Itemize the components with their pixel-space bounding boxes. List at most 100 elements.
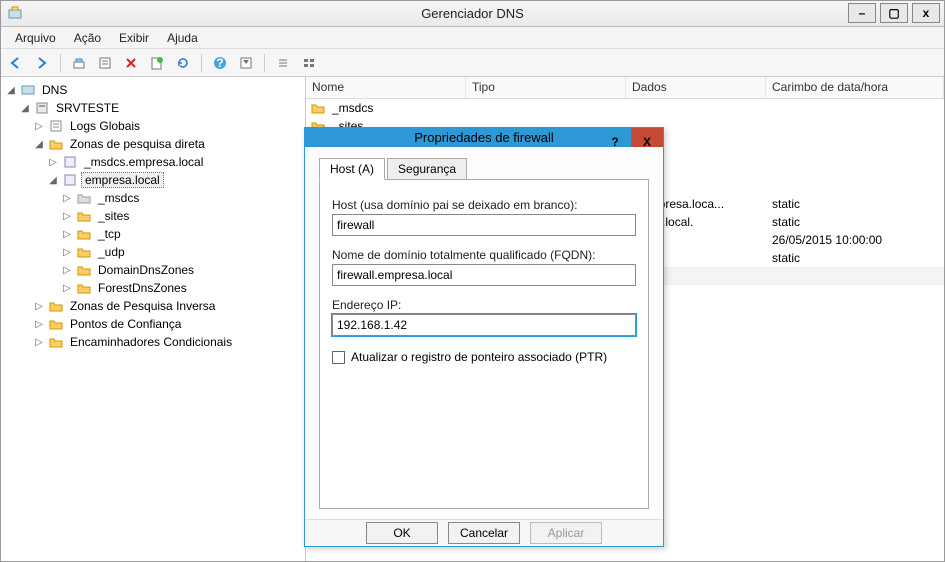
tree-label: DNS (39, 83, 70, 97)
dialog-title: Propriedades de firewall (414, 130, 553, 145)
tab-host[interactable]: Host (A) (319, 158, 385, 180)
minimize-glyph: – (859, 6, 866, 20)
column-nome[interactable]: Nome (306, 77, 466, 98)
dialog-titlebar[interactable]: Propriedades de firewall ? X (305, 128, 663, 147)
forward-icon[interactable] (31, 52, 53, 74)
svg-text:?: ? (216, 56, 223, 70)
back-icon[interactable] (5, 52, 27, 74)
tree-node-trust-points[interactable]: ▷ Pontos de Confiança (1, 315, 305, 333)
tree-node-sub-udp[interactable]: ▷ _udp (1, 243, 305, 261)
toolbar-separator (201, 54, 202, 72)
cell-carimbo: 26/05/2015 10:00:00 (766, 233, 944, 247)
folder-icon (48, 316, 64, 332)
tab-seguranca[interactable]: Segurança (387, 158, 467, 180)
tree-label: Pontos de Confiança (67, 317, 184, 331)
logs-icon (48, 118, 64, 134)
details-icon[interactable] (298, 52, 320, 74)
delete-icon[interactable] (120, 52, 142, 74)
expander-icon[interactable]: ▷ (33, 121, 45, 132)
folder-icon (310, 100, 326, 116)
expander-icon[interactable]: ◢ (33, 139, 45, 150)
cancel-button[interactable]: Cancelar (448, 522, 520, 544)
tree-node-sub-sites[interactable]: ▷ _sites (1, 207, 305, 225)
expander-icon[interactable]: ▷ (33, 319, 45, 330)
tree-node-sub-ddz[interactable]: ▷ DomainDnsZones (1, 261, 305, 279)
fqdn-label: Nome de domínio totalmente qualificado (… (332, 248, 636, 262)
titlebar: Gerenciador DNS – ▢ x (1, 1, 944, 27)
fqdn-input[interactable] (332, 264, 636, 286)
expander-icon[interactable]: ▷ (61, 265, 73, 276)
help-icon[interactable]: ? (209, 52, 231, 74)
expander-icon[interactable]: ▷ (47, 157, 59, 168)
tree-label: Encaminhadores Condicionais (67, 335, 235, 349)
maximize-button[interactable]: ▢ (880, 3, 908, 23)
menu-acao[interactable]: Ação (66, 29, 109, 47)
zone-icon (62, 154, 78, 170)
close-button[interactable]: x (912, 3, 940, 23)
tree-node-sub-fdz[interactable]: ▷ ForestDnsZones (1, 279, 305, 297)
menu-arquivo[interactable]: Arquivo (7, 29, 64, 47)
tree-label: Zonas de pesquisa direta (67, 137, 208, 151)
refresh-icon[interactable] (172, 52, 194, 74)
tree-label: _tcp (95, 227, 124, 241)
folder-icon (48, 298, 64, 314)
app-icon (7, 6, 23, 22)
menu-exibir[interactable]: Exibir (111, 29, 157, 47)
host-label: Host (usa domínio pai se deixado em bran… (332, 198, 636, 212)
ip-label: Endereço IP: (332, 298, 636, 312)
window-title: Gerenciador DNS (421, 6, 524, 21)
host-input[interactable] (332, 214, 636, 236)
tree-label: _sites (95, 209, 132, 223)
tree-node-msdcs-zone[interactable]: ▷ _msdcs.empresa.local (1, 153, 305, 171)
expander-icon[interactable]: ▷ (33, 337, 45, 348)
ptr-label: Atualizar o registro de ponteiro associa… (351, 350, 607, 364)
folder-icon (76, 262, 92, 278)
tab-panel-host: Host (usa domínio pai se deixado em bran… (319, 179, 649, 509)
new-icon[interactable] (146, 52, 168, 74)
main-window: Gerenciador DNS – ▢ x Arquivo Ação Exibi… (0, 0, 945, 562)
table-row[interactable]: _msdcs (306, 99, 944, 117)
properties-icon[interactable] (94, 52, 116, 74)
tree-label: _msdcs.empresa.local (81, 155, 206, 169)
expander-icon[interactable]: ▷ (61, 193, 73, 204)
tree-node-forward-zones[interactable]: ◢ Zonas de pesquisa direta (1, 135, 305, 153)
expander-icon[interactable]: ◢ (47, 175, 59, 186)
tree-node-empresa[interactable]: ◢ empresa.local (1, 171, 305, 189)
column-dados[interactable]: Dados (626, 77, 766, 98)
column-carimbo[interactable]: Carimbo de data/hora (766, 77, 944, 98)
tree-node-server[interactable]: ◢ SRVTESTE (1, 99, 305, 117)
ok-button[interactable]: OK (366, 522, 438, 544)
ptr-checkbox[interactable] (332, 351, 345, 364)
expander-icon[interactable]: ▷ (61, 211, 73, 222)
column-tipo[interactable]: Tipo (466, 77, 626, 98)
list-icon[interactable] (272, 52, 294, 74)
apply-button[interactable]: Aplicar (530, 522, 602, 544)
folder-gray-icon (76, 190, 92, 206)
dns-icon (20, 82, 36, 98)
list-header: Nome Tipo Dados Carimbo de data/hora (306, 77, 944, 99)
expander-icon[interactable]: ▷ (33, 301, 45, 312)
expander-icon[interactable]: ◢ (5, 85, 17, 96)
toolbar: ? (1, 49, 944, 77)
up-icon[interactable] (68, 52, 90, 74)
expander-icon[interactable]: ◢ (19, 103, 31, 114)
tree-node-sub-msdcs[interactable]: ▷ _msdcs (1, 189, 305, 207)
filter-icon[interactable] (235, 52, 257, 74)
tree-pane[interactable]: ◢ DNS ◢ SRVTESTE ▷ Logs Globais ◢ Zonas … (1, 77, 306, 561)
tree-node-sub-tcp[interactable]: ▷ _tcp (1, 225, 305, 243)
tree-node-conditional-forwarders[interactable]: ▷ Encaminhadores Condicionais (1, 333, 305, 351)
window-buttons: – ▢ x (848, 1, 944, 23)
tree-label: Logs Globais (67, 119, 143, 133)
tree-label: empresa.local (81, 172, 164, 188)
menu-ajuda[interactable]: Ajuda (159, 29, 206, 47)
tree-node-dns[interactable]: ◢ DNS (1, 81, 305, 99)
menubar: Arquivo Ação Exibir Ajuda (1, 27, 944, 49)
minimize-button[interactable]: – (848, 3, 876, 23)
expander-icon[interactable]: ▷ (61, 283, 73, 294)
tree-node-reverse-zones[interactable]: ▷ Zonas de Pesquisa Inversa (1, 297, 305, 315)
tree-node-logs[interactable]: ▷ Logs Globais (1, 117, 305, 135)
expander-icon[interactable]: ▷ (61, 229, 73, 240)
expander-icon[interactable]: ▷ (61, 247, 73, 258)
ip-input[interactable] (332, 314, 636, 336)
close-glyph: x (923, 6, 930, 20)
